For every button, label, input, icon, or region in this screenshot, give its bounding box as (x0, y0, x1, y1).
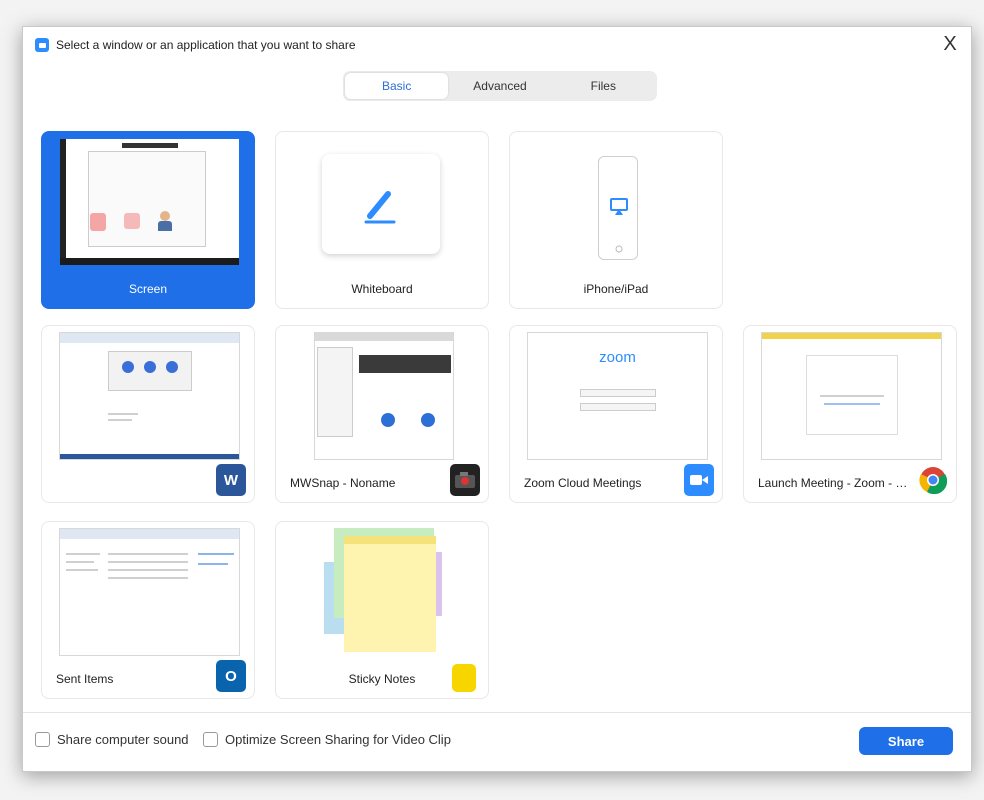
share-option-iphone-ipad[interactable]: iPhone/iPad (509, 131, 723, 309)
share-option-mwsnap[interactable]: MWSnap - Noname (275, 325, 489, 503)
screen-thumbnail (59, 138, 240, 266)
iphone-tile (598, 156, 638, 260)
share-option-screen[interactable]: Screen (41, 131, 255, 309)
dialog-title: Select a window or an application that y… (56, 38, 356, 52)
card-label-zoom-cloud-meetings: Zoom Cloud Meetings (524, 476, 642, 490)
share-computer-sound-checkbox[interactable]: Share computer sound (35, 732, 189, 747)
share-button[interactable]: Share (859, 727, 953, 755)
whiteboard-tile (322, 154, 440, 254)
word-thumbnail (59, 332, 240, 460)
share-option-word-window[interactable]: W (41, 325, 255, 503)
tab-advanced[interactable]: Advanced (448, 73, 551, 99)
pencil-icon (364, 191, 396, 224)
card-label-mwsnap: MWSnap - Noname (290, 476, 396, 490)
zoom-app-icon (35, 38, 49, 52)
share-option-whiteboard[interactable]: Whiteboard (275, 131, 489, 309)
checkbox-box[interactable] (35, 732, 50, 747)
card-label-chrome: Launch Meeting - Zoom - Googl... (758, 476, 914, 490)
tab-bar: Basic Advanced Files (343, 71, 657, 101)
title-bar: Select a window or an application that y… (23, 27, 971, 63)
zoom-logo: zoom (599, 349, 636, 366)
share-option-sticky-notes[interactable]: Sticky Notes (275, 521, 489, 699)
outlook-app-icon: O (216, 660, 246, 692)
close-icon[interactable]: X (937, 31, 963, 57)
zoom-thumbnail: zoom (527, 332, 708, 460)
airplay-icon (610, 198, 628, 253)
card-label-iphone-ipad: iPhone/iPad (583, 282, 649, 296)
word-app-icon: W (216, 464, 246, 496)
card-label-sent-items: Sent Items (56, 672, 114, 686)
sticky-note-yellow (344, 536, 436, 652)
share-option-chrome-window[interactable]: Launch Meeting - Zoom - Googl... (743, 325, 957, 503)
card-label-whiteboard: Whiteboard (351, 282, 413, 296)
card-label-screen: Screen (128, 282, 168, 296)
share-option-zoom-cloud-meetings[interactable]: zoom Zoom Cloud Meetings (509, 325, 723, 503)
camera-icon (450, 464, 480, 496)
outlook-thumbnail (59, 528, 240, 656)
mwsnap-thumbnail (314, 332, 454, 460)
share-option-outlook-window[interactable]: O Sent Items (41, 521, 255, 699)
chrome-icon (918, 464, 948, 496)
optimize-video-label: Optimize Screen Sharing for Video Clip (225, 732, 451, 747)
tab-basic[interactable]: Basic (345, 73, 449, 99)
zoom-app-badge-icon (684, 464, 714, 496)
share-screen-dialog: Select a window or an application that y… (22, 26, 972, 772)
footer-divider (23, 712, 971, 713)
tab-files[interactable]: Files (552, 73, 655, 99)
card-label-sticky-notes: Sticky Notes (348, 672, 416, 686)
optimize-video-checkbox[interactable]: Optimize Screen Sharing for Video Clip (203, 732, 451, 747)
share-computer-sound-label: Share computer sound (57, 732, 189, 747)
checkbox-box[interactable] (203, 732, 218, 747)
chrome-thumbnail (761, 332, 942, 460)
